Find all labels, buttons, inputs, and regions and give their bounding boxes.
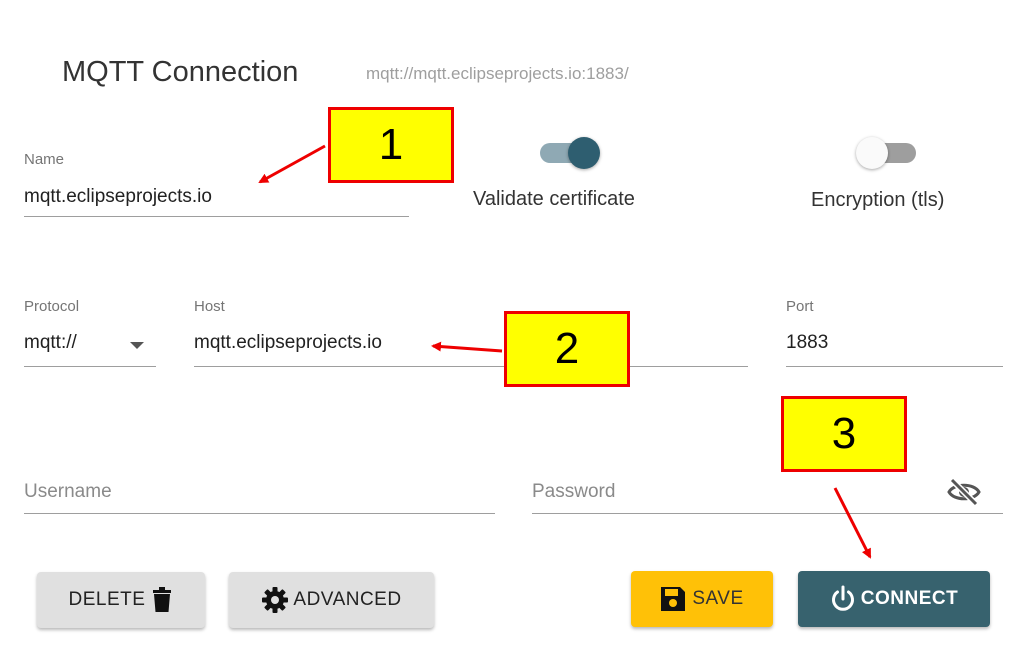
- annotation-arrow-2: [431, 341, 503, 353]
- callout-1: 1: [328, 107, 454, 183]
- annotation-arrow-1: [258, 144, 326, 184]
- callout-2: 2: [504, 311, 630, 387]
- annotation-arrow-3: [833, 487, 872, 559]
- callout-3: 3: [781, 396, 907, 472]
